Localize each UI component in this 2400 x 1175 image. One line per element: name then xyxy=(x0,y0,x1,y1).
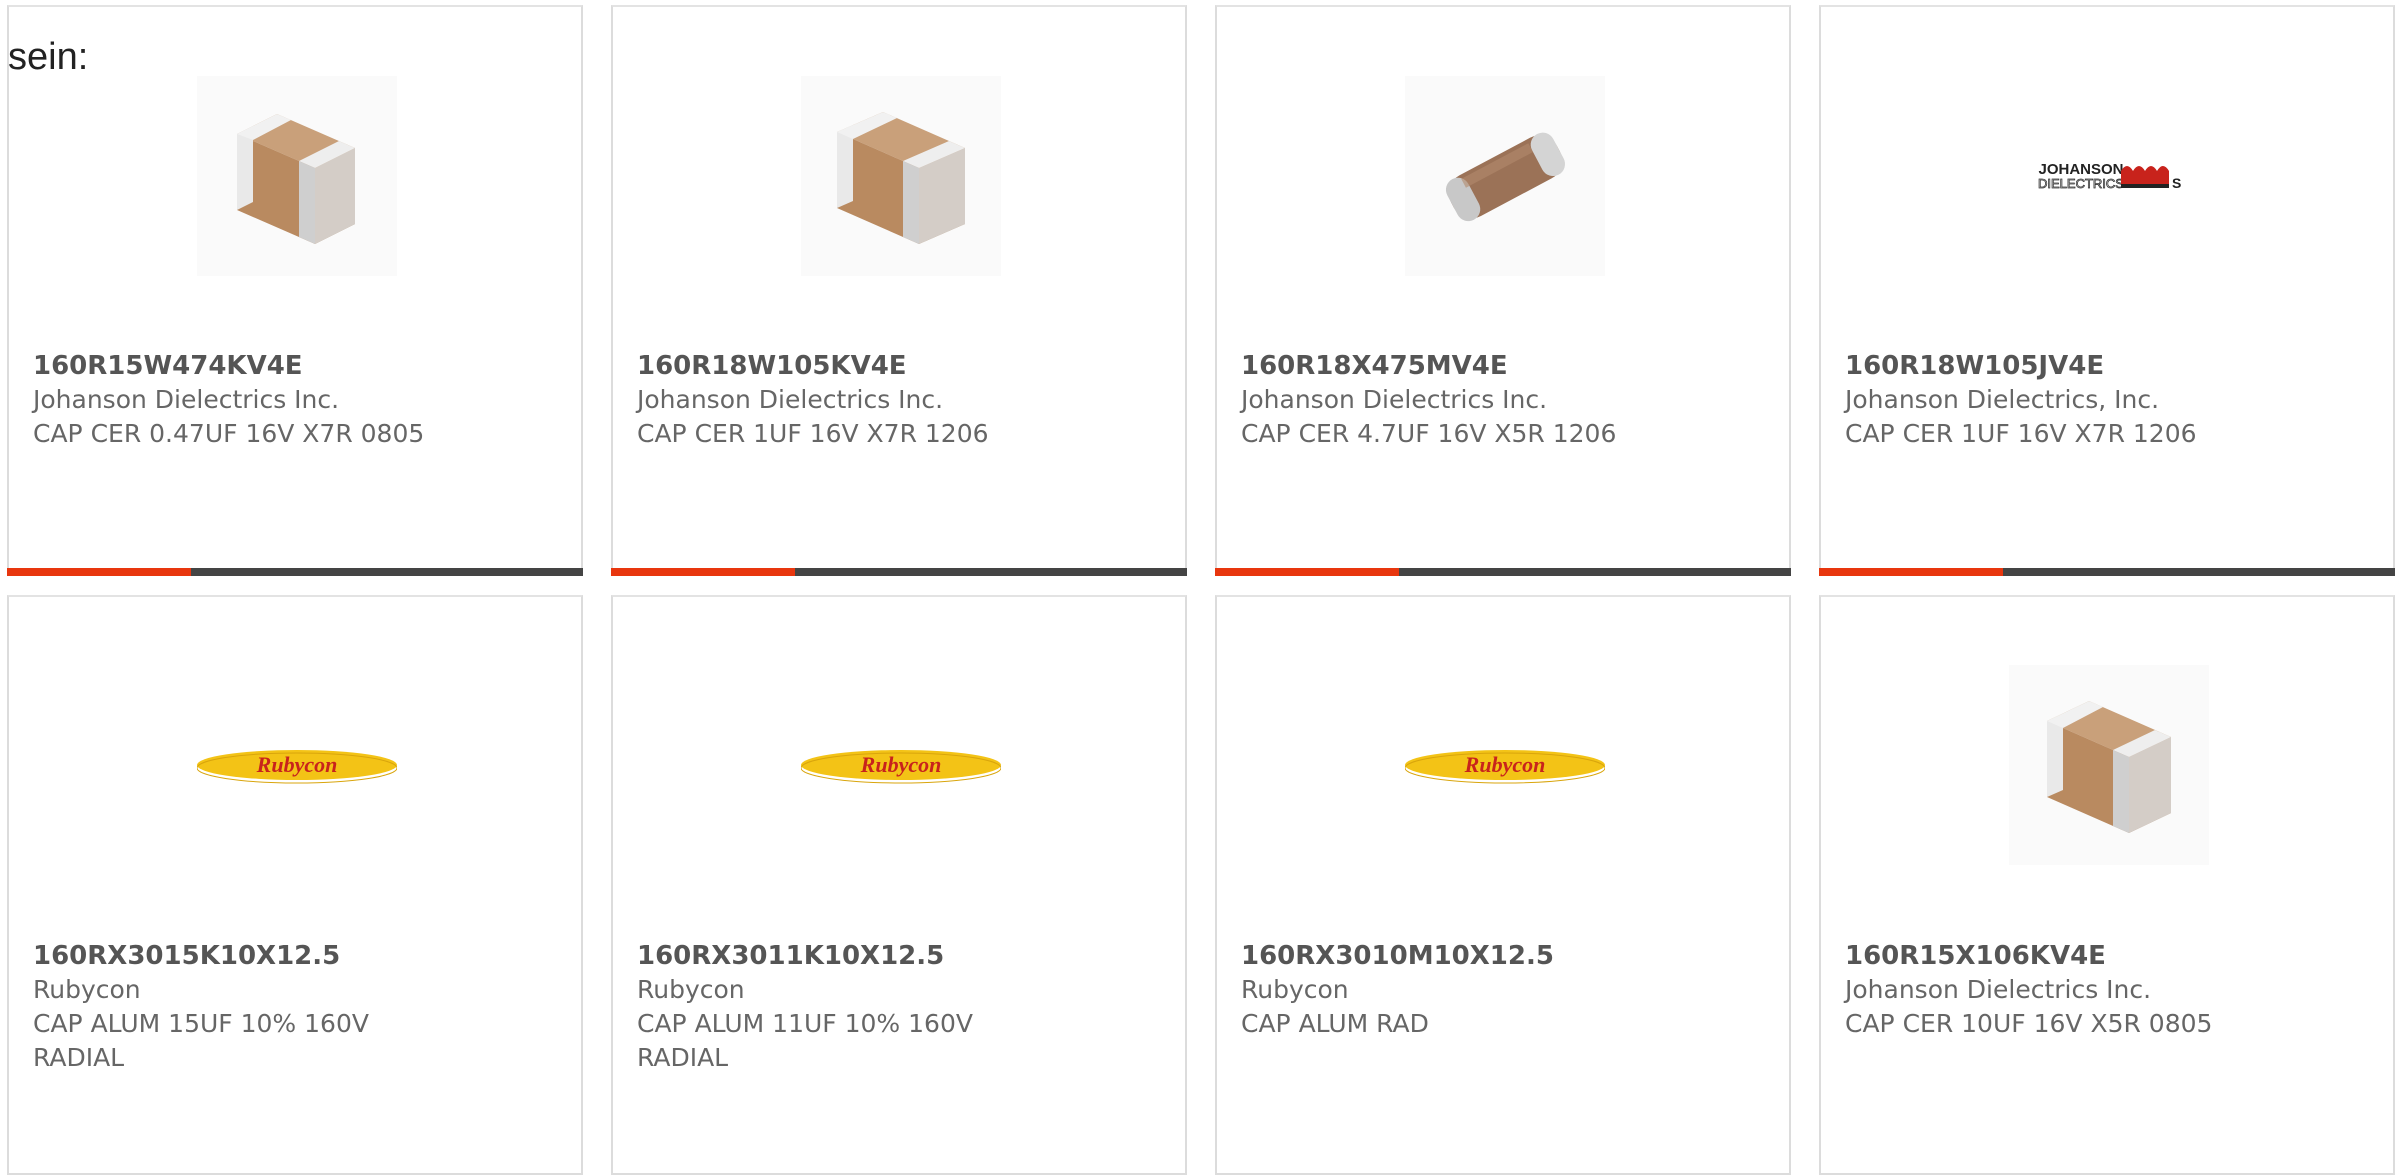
rubycon-logo: Rubycon xyxy=(197,665,397,865)
part-number[interactable]: 160RX3015K10X12.5 xyxy=(33,939,561,973)
card-progress-bar xyxy=(7,568,583,576)
manufacturer: Rubycon xyxy=(1241,975,1349,1004)
description: CAP CER 4.7UF 16V X5R 1206 xyxy=(1241,419,1617,448)
johanson-dielectrics-logo: JOHANSON DIELECTRICS S xyxy=(2009,76,2209,276)
rubycon-logo: Rubycon xyxy=(1405,665,1605,865)
product-card[interactable]: Rubycon 160RX3011K10X12.5 Rubycon CAP AL… xyxy=(611,595,1187,1175)
description: CAP CER 10UF 16V X5R 0805 xyxy=(1845,1009,2213,1038)
description: CAP ALUM 15UF 10% 160V RADIAL xyxy=(33,1009,369,1072)
product-card[interactable]: Rubycon 160RX3010M10X12.5 Rubycon CAP AL… xyxy=(1215,595,1791,1175)
description: CAP CER 0.47UF 16V X7R 0805 xyxy=(33,419,425,448)
ceramic-chip-capacitor-image xyxy=(2009,665,2209,865)
product-card[interactable]: 160R15W474KV4E Johanson Dielectrics Inc.… xyxy=(7,5,583,576)
svg-text:Rubycon: Rubycon xyxy=(860,752,942,777)
card-progress-accent xyxy=(7,568,191,576)
svg-text:Rubycon: Rubycon xyxy=(256,752,338,777)
product-card[interactable]: 160R18X475MV4E Johanson Dielectrics Inc.… xyxy=(1215,5,1791,576)
card-progress-bar xyxy=(1819,568,2395,576)
description: CAP CER 1UF 16V X7R 1206 xyxy=(637,419,989,448)
svg-text:S: S xyxy=(2172,175,2181,191)
ceramic-chip-capacitor-image xyxy=(197,76,397,276)
description: CAP ALUM 11UF 10% 160V RADIAL xyxy=(637,1009,973,1072)
card-progress-bar xyxy=(1215,568,1791,576)
product-card[interactable]: 160R18W105KV4E Johanson Dielectrics Inc.… xyxy=(611,5,1187,576)
description: CAP CER 1UF 16V X7R 1206 xyxy=(1845,419,2197,448)
manufacturer: Johanson Dielectrics Inc. xyxy=(33,385,340,414)
manufacturer: Rubycon xyxy=(637,975,745,1004)
part-number[interactable]: 160RX3010M10X12.5 xyxy=(1241,939,1769,973)
manufacturer: Johanson Dielectrics Inc. xyxy=(637,385,944,414)
manufacturer: Johanson Dielectrics Inc. xyxy=(1241,385,1548,414)
rounded-chip-capacitor-image xyxy=(1405,76,1605,276)
part-number[interactable]: 160R18X475MV4E xyxy=(1241,349,1769,383)
svg-text:Rubycon: Rubycon xyxy=(1464,752,1546,777)
part-number[interactable]: 160R18W105JV4E xyxy=(1845,349,2373,383)
part-number[interactable]: 160R18W105KV4E xyxy=(637,349,1165,383)
svg-text:DIELECTRICS: DIELECTRICS xyxy=(2038,176,2124,191)
rubycon-logo: Rubycon xyxy=(801,665,1001,865)
part-number[interactable]: 160R15X106KV4E xyxy=(1845,939,2373,973)
manufacturer: Johanson Dielectrics Inc. xyxy=(1845,975,2152,1004)
card-progress-accent xyxy=(1215,568,1399,576)
product-card[interactable]: 160R15X106KV4E Johanson Dielectrics Inc.… xyxy=(1819,595,2395,1175)
card-progress-bar xyxy=(611,568,1187,576)
part-number[interactable]: 160RX3011K10X12.5 xyxy=(637,939,1165,973)
description: CAP ALUM RAD xyxy=(1241,1009,1429,1038)
intro-text: sein: xyxy=(8,36,89,78)
manufacturer: Rubycon xyxy=(33,975,141,1004)
card-progress-accent xyxy=(611,568,795,576)
card-progress-accent xyxy=(1819,568,2003,576)
product-card[interactable]: JOHANSON DIELECTRICS S 160R18W105JV4E Jo… xyxy=(1819,5,2395,576)
product-card[interactable]: Rubycon 160RX3015K10X12.5 Rubycon CAP AL… xyxy=(7,595,583,1175)
ceramic-chip-capacitor-image xyxy=(801,76,1001,276)
manufacturer: Johanson Dielectrics, Inc. xyxy=(1845,385,2160,414)
part-number[interactable]: 160R15W474KV4E xyxy=(33,349,561,383)
